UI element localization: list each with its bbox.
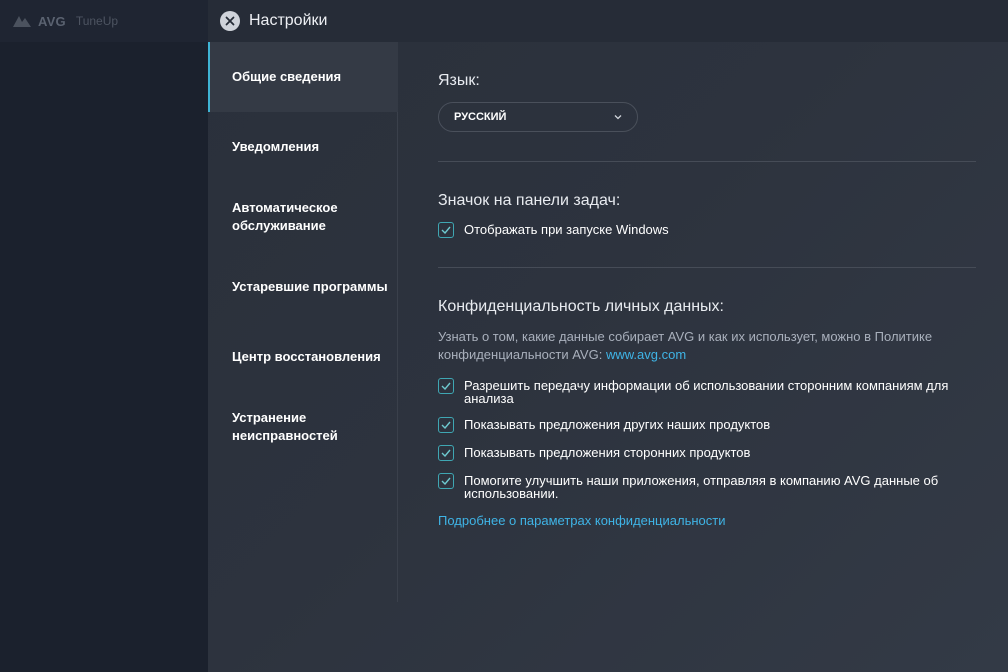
nav-item-general[interactable]: Общие сведения	[208, 42, 398, 112]
dialog-header: Настройки	[208, 0, 1008, 42]
privacy-checkbox-usage-data[interactable]	[438, 473, 454, 489]
settings-dialog: Настройки Общие сведения Уведомления Авт…	[208, 0, 1008, 672]
avg-website-link[interactable]: www.avg.com	[606, 347, 686, 362]
tray-checkbox[interactable]	[438, 222, 454, 238]
divider	[438, 161, 976, 162]
nav-item-label: Центр восстановления	[232, 349, 381, 364]
check-icon	[441, 382, 451, 390]
nav-item-label: Общие сведения	[232, 69, 342, 84]
check-icon	[441, 477, 451, 485]
tray-option-row: Отображать при запуске Windows	[438, 222, 978, 238]
nav-item-label: Устаревшие программы	[232, 279, 388, 294]
privacy-checkbox-third-party-offers[interactable]	[438, 445, 454, 461]
chevron-down-icon	[614, 115, 622, 120]
privacy-checkbox-our-offers[interactable]	[438, 417, 454, 433]
privacy-description: Узнать о том, какие данные собирает AVG …	[438, 328, 968, 364]
privacy-option-label: Разрешить передачу информации об использ…	[464, 378, 949, 406]
check-icon	[441, 421, 451, 429]
tray-title: Значок на панели задач:	[438, 192, 621, 209]
app-title-bar: AVG TuneUp	[0, 0, 208, 42]
language-selected-value: РУССКИЙ	[454, 111, 507, 123]
privacy-option-row: Показывать предложения других наших прод…	[438, 417, 978, 433]
language-select[interactable]: РУССКИЙ	[438, 102, 638, 132]
nav-item-label: Уведомления	[232, 139, 320, 154]
app-product: TuneUp	[75, 14, 119, 28]
settings-nav: Общие сведения Уведомления Автоматическо…	[208, 42, 398, 602]
close-button[interactable]	[220, 11, 240, 31]
dialog-title: Настройки	[249, 12, 328, 29]
tray-option-label: Отображать при запуске Windows	[464, 222, 669, 237]
privacy-title: Конфиденциальность личных данных:	[438, 298, 724, 315]
nav-item-rescue-center[interactable]: Центр восстановления	[208, 348, 398, 366]
privacy-option-row: Разрешить передачу информации об использ…	[438, 378, 978, 406]
nav-item-notifications[interactable]: Уведомления	[208, 138, 398, 156]
language-title: Язык:	[438, 72, 480, 89]
privacy-option-row: Показывать предложения сторонних продукт…	[438, 445, 978, 461]
check-icon	[441, 449, 451, 457]
privacy-option-label: Показывать предложения других наших прод…	[464, 417, 771, 432]
avg-logo-icon	[12, 14, 32, 28]
privacy-option-row: Помогите улучшить наши приложения, отпра…	[438, 473, 978, 501]
divider	[438, 267, 976, 268]
privacy-checkbox-third-party-analytics[interactable]	[438, 378, 454, 394]
nav-item-troubleshooting[interactable]: Устранение неисправностей	[208, 409, 358, 445]
nav-item-label: Устранение неисправностей	[232, 410, 338, 443]
nav-item-label: Автоматическое обслуживание	[232, 200, 338, 233]
app-background	[0, 0, 208, 672]
nav-item-outdated-programs[interactable]: Устаревшие программы	[208, 278, 398, 296]
app-brand: AVG	[38, 13, 66, 29]
privacy-option-label: Помогите улучшить наши приложения, отпра…	[464, 473, 939, 501]
check-icon	[441, 226, 451, 234]
close-icon	[225, 16, 235, 26]
privacy-option-label: Показывать предложения сторонних продукт…	[464, 445, 751, 460]
nav-item-auto-maintenance[interactable]: Автоматическое обслуживание	[208, 199, 348, 235]
privacy-more-link[interactable]: Подробнее о параметрах конфиденциальност…	[438, 513, 725, 528]
